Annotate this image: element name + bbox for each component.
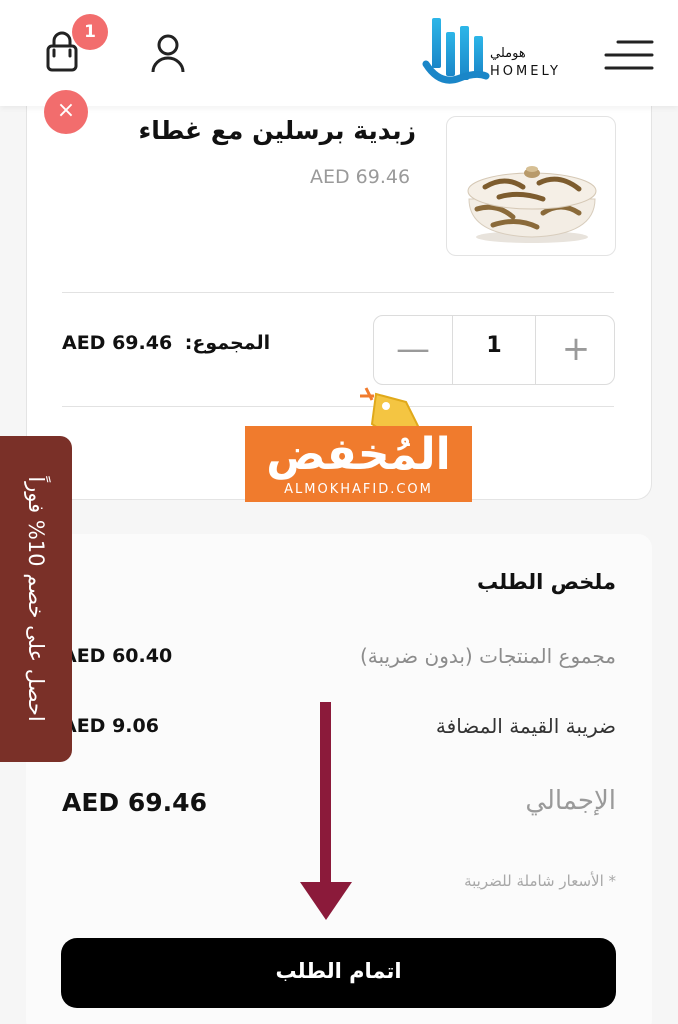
porcelain-bowl-image bbox=[467, 166, 597, 243]
order-summary-title: ملخص الطلب bbox=[476, 570, 616, 594]
minus-icon: — bbox=[396, 329, 430, 369]
subtotal-value: AED 69.46 bbox=[62, 332, 173, 354]
watermark-text-ar: المُخفض bbox=[266, 429, 451, 480]
tax-note: * الأسعار شاملة للضريبة bbox=[464, 872, 616, 890]
vat-value: AED 9.06 bbox=[62, 715, 159, 737]
increase-quantity-button[interactable]: + bbox=[536, 316, 616, 384]
products-subtotal-label: مجموع المنتجات (بدون ضريبة) bbox=[360, 644, 616, 668]
promo-text: احصل على خصم 10% فوراً bbox=[24, 476, 48, 722]
divider bbox=[62, 292, 614, 293]
watermark-text-en: ALMOKHAFID.COM bbox=[284, 482, 433, 497]
close-icon: × bbox=[56, 98, 76, 123]
decrease-quantity-button[interactable]: — bbox=[374, 316, 452, 384]
discount-promo-tab[interactable]: احصل على خصم 10% فوراً bbox=[0, 436, 72, 762]
vat-label: ضريبة القيمة المضافة bbox=[435, 714, 616, 738]
quantity-stepper: — 1 + bbox=[373, 315, 615, 385]
logo-text-en: HOMELY bbox=[490, 64, 561, 79]
total-label: الإجمالي bbox=[525, 786, 616, 816]
total-value: AED 69.46 bbox=[62, 788, 207, 817]
product-image[interactable] bbox=[446, 116, 616, 256]
item-subtotal: AED 69.46 المجموع: bbox=[62, 332, 270, 354]
quantity-value[interactable]: 1 bbox=[452, 316, 536, 384]
cart-count-badge: 1 bbox=[72, 14, 108, 50]
product-price: AED 69.46 bbox=[310, 166, 411, 188]
product-name[interactable]: زبدية برسلين مع غطاء bbox=[139, 116, 416, 145]
logo-mark bbox=[422, 18, 490, 84]
account-button[interactable] bbox=[148, 32, 188, 74]
checkout-button[interactable]: اتمام الطلب bbox=[61, 938, 616, 1008]
remove-item-button[interactable]: × bbox=[44, 90, 88, 134]
homely-logo[interactable]: هوملي HOMELY bbox=[420, 12, 570, 94]
user-icon bbox=[151, 34, 185, 73]
menu-button[interactable] bbox=[604, 38, 654, 72]
app-header: 1 هوملي HOMELY bbox=[0, 0, 678, 106]
products-subtotal-value: AED 60.40 bbox=[62, 645, 173, 667]
menu-icon bbox=[604, 40, 654, 70]
subtotal-label: المجموع: bbox=[184, 332, 271, 354]
arrow-down-icon bbox=[300, 702, 352, 920]
logo-text-ar: هوملي bbox=[490, 46, 526, 61]
divider bbox=[62, 406, 614, 407]
watermark-logo: المُخفض ALMOKHAFID.COM bbox=[245, 426, 472, 502]
plus-icon: + bbox=[561, 329, 591, 369]
